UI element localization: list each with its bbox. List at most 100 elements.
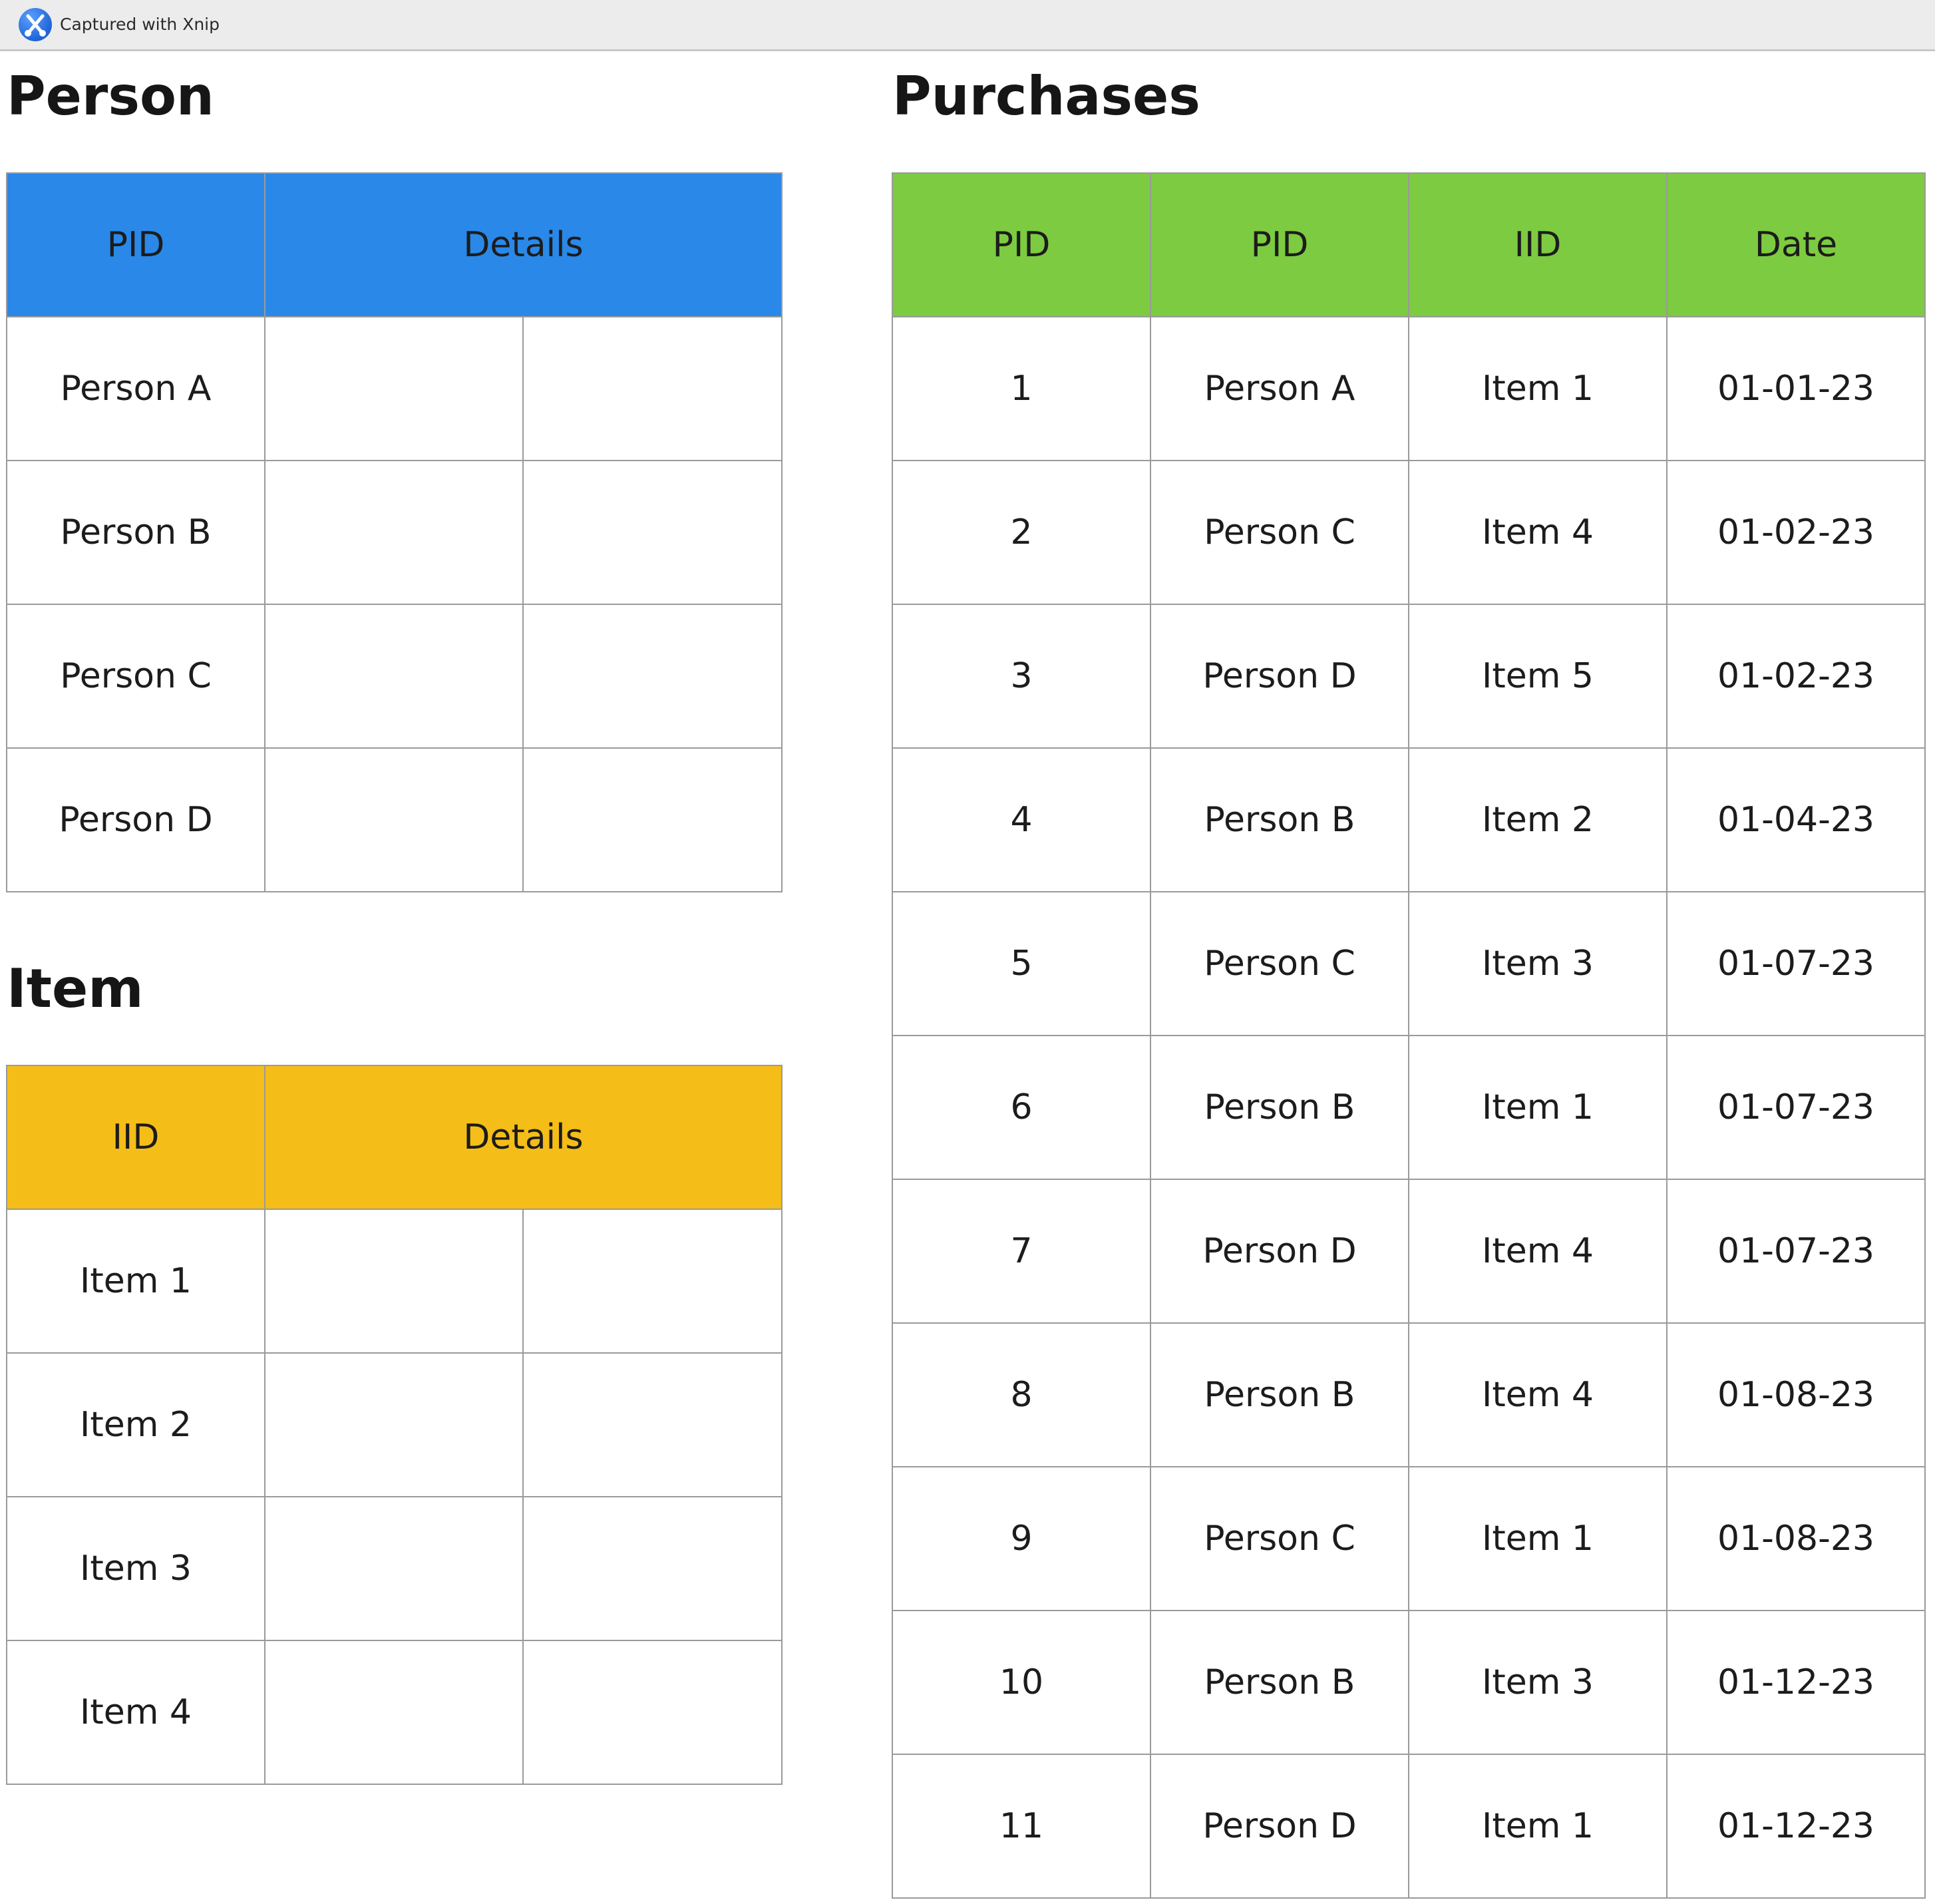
person-pid-cell: Person A xyxy=(6,316,265,461)
details-cell xyxy=(264,460,524,605)
purchase-person-cell: Person C xyxy=(1150,1466,1409,1611)
purchase-date-cell: 01-07-23 xyxy=(1666,1035,1926,1180)
item-header-row: IID Details xyxy=(6,1065,783,1210)
purchase-date-cell: 01-01-23 xyxy=(1666,316,1926,461)
purchase-person-cell: Person B xyxy=(1150,1035,1409,1180)
details-cell xyxy=(522,1352,783,1497)
purchases-header-date: Date xyxy=(1666,172,1926,317)
purchase-id-cell: 3 xyxy=(892,604,1151,749)
purchase-date-cell: 01-07-23 xyxy=(1666,891,1926,1036)
purchase-item-cell: Item 4 xyxy=(1408,460,1668,605)
purchase-person-cell: Person B xyxy=(1150,1610,1409,1755)
purchase-id-cell: 10 xyxy=(892,1610,1151,1755)
purchase-id-cell: 9 xyxy=(892,1466,1151,1611)
table-row: 4 Person B Item 2 01-04-23 xyxy=(892,747,1926,892)
details-cell xyxy=(264,1209,524,1354)
purchase-item-cell: Item 1 xyxy=(1408,1754,1668,1899)
capture-label: Captured with Xnip xyxy=(60,15,220,34)
purchase-id-cell: 8 xyxy=(892,1322,1151,1467)
purchase-id-cell: 6 xyxy=(892,1035,1151,1180)
purchases-header-iid: IID xyxy=(1408,172,1668,317)
purchase-item-cell: Item 1 xyxy=(1408,1466,1668,1611)
purchases-table: PID PID IID Date 1 Person A Item 1 01-01-23… xyxy=(892,172,1926,1899)
purchase-date-cell: 01-12-23 xyxy=(1666,1610,1926,1755)
purchase-item-cell: Item 1 xyxy=(1408,1035,1668,1180)
purchase-person-cell: Person B xyxy=(1150,1322,1409,1467)
purchase-date-cell: 01-08-23 xyxy=(1666,1466,1926,1611)
person-table: PID Details Person A Person B Person C P… xyxy=(6,172,783,892)
purchase-person-cell: Person A xyxy=(1150,316,1409,461)
purchase-date-cell: 01-07-23 xyxy=(1666,1179,1926,1324)
purchase-item-cell: Item 3 xyxy=(1408,891,1668,1036)
person-pid-cell: Person C xyxy=(6,604,265,749)
item-iid-cell: Item 3 xyxy=(6,1496,265,1641)
purchase-date-cell: 01-02-23 xyxy=(1666,604,1926,749)
table-row: Item 3 xyxy=(6,1496,783,1641)
purchase-person-cell: Person D xyxy=(1150,1179,1409,1324)
details-cell xyxy=(522,604,783,749)
purchase-id-cell: 11 xyxy=(892,1754,1151,1899)
table-row: 7 Person D Item 4 01-07-23 xyxy=(892,1179,1926,1324)
details-cell xyxy=(522,1209,783,1354)
table-row: Person A xyxy=(6,316,783,461)
item-title: Item xyxy=(7,958,144,1020)
person-title: Person xyxy=(7,65,214,127)
table-row: 8 Person B Item 4 01-08-23 xyxy=(892,1322,1926,1467)
item-iid-cell: Item 2 xyxy=(6,1352,265,1497)
purchase-id-cell: 2 xyxy=(892,460,1151,605)
details-cell xyxy=(522,1496,783,1641)
table-row: Item 1 xyxy=(6,1209,783,1354)
details-cell xyxy=(522,747,783,892)
person-header-pid: PID xyxy=(6,172,265,317)
purchase-date-cell: 01-02-23 xyxy=(1666,460,1926,605)
purchase-person-cell: Person C xyxy=(1150,460,1409,605)
purchase-item-cell: Item 5 xyxy=(1408,604,1668,749)
person-header-row: PID Details xyxy=(6,172,783,317)
purchases-title: Purchases xyxy=(892,65,1200,127)
table-row: 1 Person A Item 1 01-01-23 xyxy=(892,316,1926,461)
table-row: Item 4 xyxy=(6,1640,783,1785)
table-row: Person C xyxy=(6,604,783,749)
purchases-header-person-pid: PID xyxy=(1150,172,1409,317)
purchase-item-cell: Item 4 xyxy=(1408,1179,1668,1324)
table-row: 5 Person C Item 3 01-07-23 xyxy=(892,891,1926,1036)
purchase-person-cell: Person C xyxy=(1150,891,1409,1036)
details-cell xyxy=(264,1496,524,1641)
purchase-id-cell: 5 xyxy=(892,891,1151,1036)
table-row: Person B xyxy=(6,460,783,605)
purchase-item-cell: Item 3 xyxy=(1408,1610,1668,1755)
capture-bar: Captured with Xnip xyxy=(0,0,1935,51)
table-row: 6 Person B Item 1 01-07-23 xyxy=(892,1035,1926,1180)
table-row: 11 Person D Item 1 01-12-23 xyxy=(892,1754,1926,1899)
xnip-scissors-icon xyxy=(19,8,52,41)
details-cell xyxy=(264,316,524,461)
purchase-id-cell: 4 xyxy=(892,747,1151,892)
purchases-header-row: PID PID IID Date xyxy=(892,172,1926,317)
item-header-iid: IID xyxy=(6,1065,265,1210)
item-iid-cell: Item 1 xyxy=(6,1209,265,1354)
details-cell xyxy=(264,1640,524,1785)
purchase-item-cell: Item 2 xyxy=(1408,747,1668,892)
purchase-person-cell: Person D xyxy=(1150,604,1409,749)
item-header-details: Details xyxy=(264,1065,783,1210)
purchase-person-cell: Person B xyxy=(1150,747,1409,892)
item-table: IID Details Item 1 Item 2 Item 3 Item 4 xyxy=(6,1065,783,1785)
table-row: Item 2 xyxy=(6,1352,783,1497)
purchase-id-cell: 7 xyxy=(892,1179,1151,1324)
details-cell xyxy=(522,1640,783,1785)
item-iid-cell: Item 4 xyxy=(6,1640,265,1785)
details-cell xyxy=(264,747,524,892)
purchase-item-cell: Item 4 xyxy=(1408,1322,1668,1467)
purchase-date-cell: 01-12-23 xyxy=(1666,1754,1926,1899)
table-row: Person D xyxy=(6,747,783,892)
details-cell xyxy=(264,604,524,749)
details-cell xyxy=(264,1352,524,1497)
purchase-date-cell: 01-08-23 xyxy=(1666,1322,1926,1467)
purchase-date-cell: 01-04-23 xyxy=(1666,747,1926,892)
person-pid-cell: Person B xyxy=(6,460,265,605)
details-cell xyxy=(522,460,783,605)
table-row: 10 Person B Item 3 01-12-23 xyxy=(892,1610,1926,1755)
purchase-person-cell: Person D xyxy=(1150,1754,1409,1899)
table-row: 3 Person D Item 5 01-02-23 xyxy=(892,604,1926,749)
details-cell xyxy=(522,316,783,461)
